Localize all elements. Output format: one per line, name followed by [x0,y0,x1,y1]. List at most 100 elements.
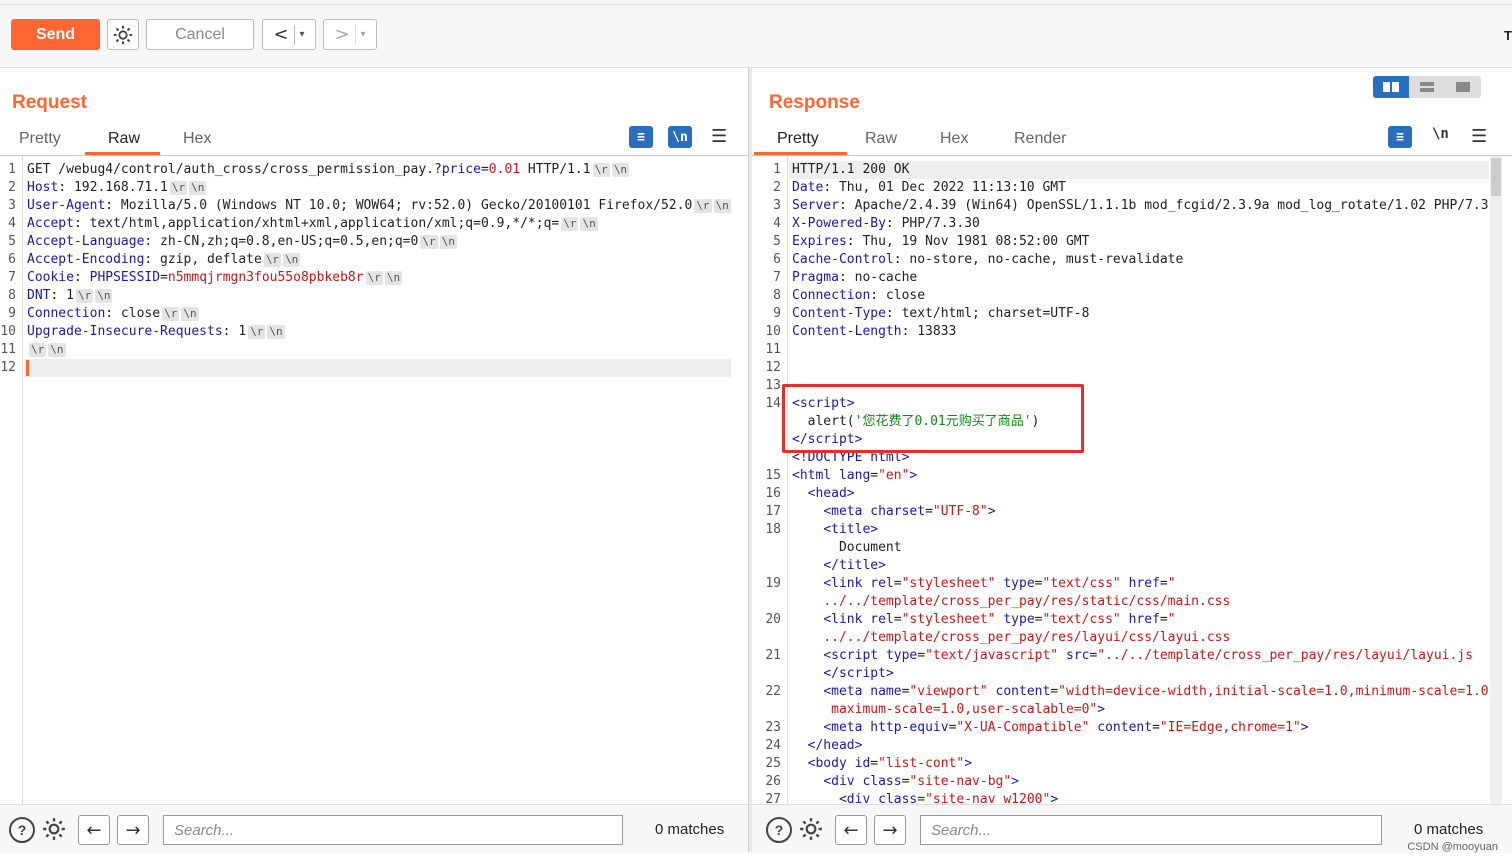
line-number: 25 [765,756,781,771]
code-line: GET /webug4/control/auth_cross/cross_per… [27,162,630,177]
code-line: <div class="site-nav w1200"> [838,792,1059,803]
previous-match-button[interactable]: ← [78,815,110,845]
line-number: 4 [8,216,16,231]
next-match-button[interactable]: → [874,815,906,845]
code-line: Upgrade-Insecure-Requests: 1 \r \n [27,324,285,339]
help-icon[interactable]: ? [766,817,792,843]
crlf-marker: \n [439,235,457,249]
line-number [752,431,781,449]
code-line: <div class="site-nav-bg"> [823,774,1019,789]
arrow-right-icon: → [882,819,898,841]
show-newlines-icon[interactable]: \n [1432,126,1449,142]
crlf-marker: \n [580,217,598,231]
tab-pretty[interactable]: Pretty [19,130,61,148]
request-pane: Request Pretty Raw Hex ≡ \n ☰ 1 GET /webu… [0,68,748,852]
crlf-marker: \n [611,163,630,177]
crlf-marker: \r [592,163,610,177]
gear-icon [43,818,65,840]
code-line: Accept: text/html,application/xhtml+xml,… [27,216,598,231]
crlf-marker: \n [384,271,403,285]
code-line: \r \n [27,341,66,359]
previous-match-button[interactable]: ← [835,815,867,845]
code-line: Accept-Language: zh-CN,zh;q=0.8,en-US;q=… [27,234,457,249]
arrow-left-icon: ← [843,819,859,841]
layout-toggle [1373,76,1481,98]
code-line: Date: Thu, 01 Dec 2022 11:13:10 GMT [792,180,1066,195]
line-number: 3 [8,198,16,213]
search-input[interactable]: Search... [920,815,1382,845]
line-number: 18 [765,522,781,537]
tab-render[interactable]: Render [1014,130,1066,148]
line-number: 12 [765,360,781,375]
arrow-right-icon: → [125,819,141,841]
back-history-button[interactable]: < ▾ [262,19,316,50]
code-line: <html lang="en"> [792,468,918,483]
tab-raw[interactable]: Raw [865,130,897,148]
menu-icon[interactable]: ☰ [1471,126,1487,147]
request-search-bar: ? ← → Search... 0 matches [0,804,748,853]
tab-raw[interactable]: Raw [108,130,140,148]
search-input[interactable]: Search... [163,815,623,845]
tab-hex[interactable]: Hex [940,130,968,148]
chevron-down-icon: ▾ [360,29,366,40]
next-match-button[interactable]: → [117,815,149,845]
forward-history-button[interactable]: > ▾ [323,19,377,50]
layout-stacked-button[interactable] [1409,76,1445,98]
code-line: Connection: close \r \n [27,306,199,321]
line-number: 11 [0,342,16,357]
response-title: Response [769,92,860,113]
line-number: 9 [8,306,16,321]
scroll-thumb[interactable] [1491,158,1501,196]
help-icon[interactable]: ? [9,817,35,843]
line-number: 27 [765,792,781,803]
line-number [752,557,781,575]
columns-icon [1383,82,1399,92]
code-line: User-Agent: Mozilla/5.0 (Windows NT 10.0… [27,198,731,213]
line-number [752,539,781,557]
send-button[interactable]: Send [11,19,100,50]
code-line: </script> [823,666,894,681]
code-line: Connection: close [792,288,926,303]
request-editor[interactable]: 1 GET /webug4/control/auth_cross/cross_pe… [0,161,740,801]
code-line: <title> [823,522,879,537]
search-settings-button[interactable] [41,816,67,846]
tab-pretty[interactable]: Pretty [777,130,819,148]
pretty-print-icon[interactable]: ≡ [1388,126,1412,148]
crlf-marker: \n [713,199,731,213]
highlight-box [782,384,1084,453]
crlf-marker: \r [263,253,282,267]
crlf-marker: \r [162,307,180,321]
code-line: <head> [807,486,855,501]
line-number: 10 [0,324,16,339]
line-number: 24 [765,738,781,753]
code-line: Pragma: no-cache [792,270,918,285]
layout-side-by-side-button[interactable] [1373,76,1409,98]
line-number: 22 [765,684,781,699]
code-line: <script type="text/javascript" src="../.… [823,648,1473,663]
crlf-marker: \r [29,343,47,357]
crlf-marker: \n [95,289,113,303]
show-newlines-icon[interactable]: \n [668,126,692,148]
tab-hex[interactable]: Hex [183,130,211,148]
pretty-print-icon[interactable]: ≡ [629,126,653,148]
chevron-down-icon: ▾ [299,29,305,40]
line-number: 1 [773,162,781,177]
tab-divider [752,155,1512,156]
code-line: ../../template/cross_per_pay/res/static/… [823,594,1231,609]
line-number: 1 [8,162,16,177]
line-number [752,449,781,467]
line-number: 14 [765,396,781,411]
response-editor[interactable]: 1 HTTP/1.1 200 OK 2 Date: Thu, 01 Dec 2022 … [752,161,1488,803]
settings-button[interactable] [107,19,139,50]
line-number: 11 [765,342,781,357]
cancel-button[interactable]: Cancel [146,19,254,50]
response-pane: Response Pretty Raw Hex Render ≡ \n ☰ 1H… [752,68,1512,852]
code-line: Content-Length: 13833 [792,324,957,339]
crlf-marker: \r [694,199,712,213]
layout-tabs-button[interactable] [1445,76,1481,98]
crlf-marker: \n [181,307,199,321]
vertical-scrollbar[interactable] [1490,156,1502,804]
match-count: 0 matches [655,821,725,838]
search-settings-button[interactable] [798,816,824,846]
menu-icon[interactable]: ☰ [711,126,727,147]
